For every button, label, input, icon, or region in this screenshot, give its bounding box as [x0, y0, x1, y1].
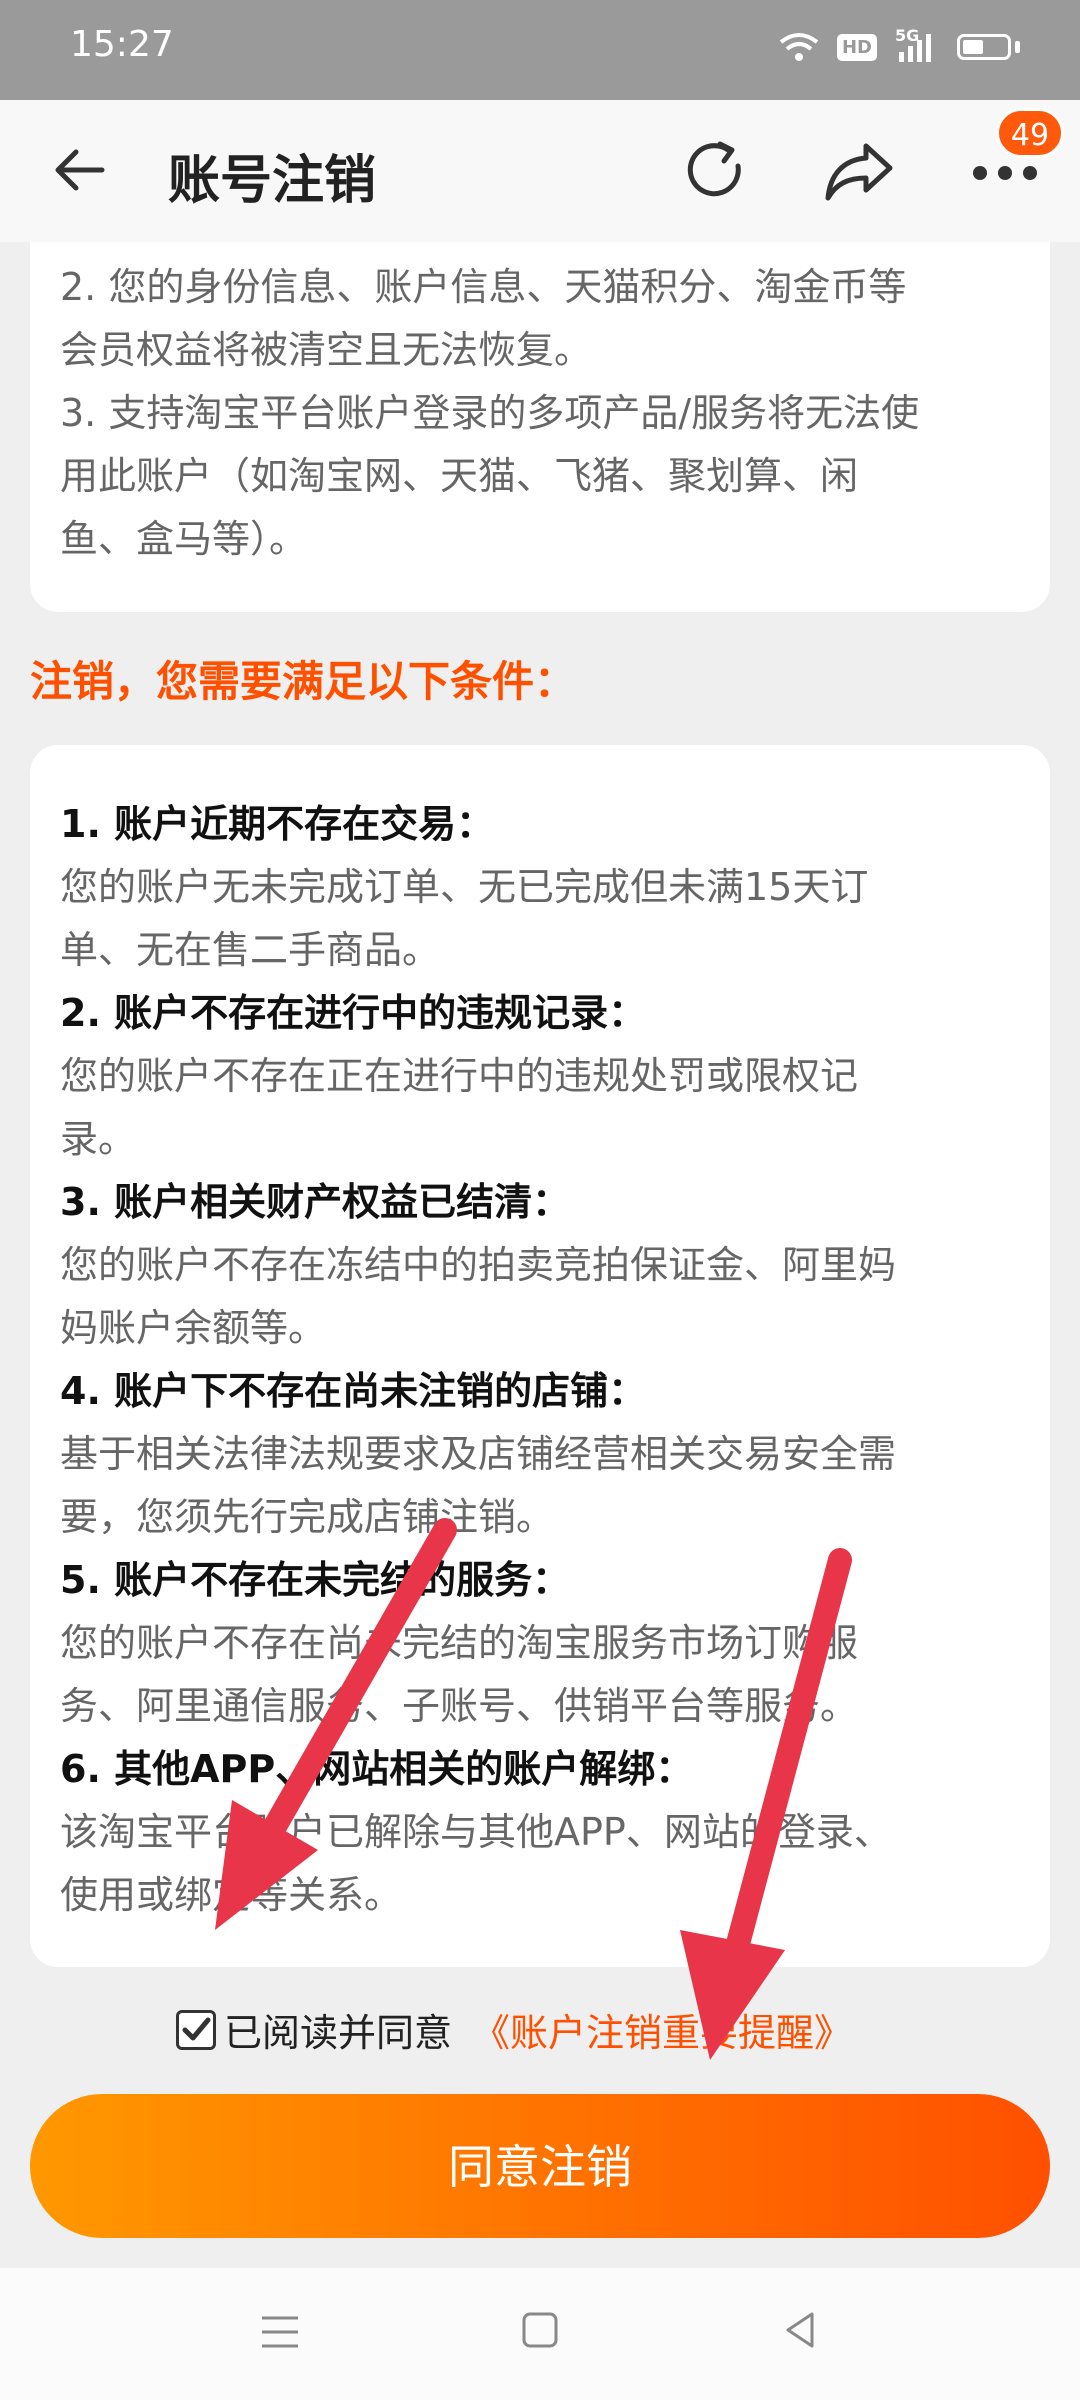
condition-desc: 您的账户不存在尚未完结的淘宝服务市场订购服	[60, 1621, 859, 1665]
info-line: 2. 您的身份信息、账户信息、天猫积分、淘金币等	[60, 265, 907, 309]
signal-icon: 5G	[895, 26, 939, 64]
conditions-card: 1. 账户近期不存在交易： 您的账户无未完成订单、无已完成但未满15天订 单、无…	[30, 745, 1050, 1967]
info-line: 鱼、盒马等）。	[60, 517, 308, 561]
system-nav-bar	[0, 2268, 1080, 2400]
battery-cap	[1015, 41, 1020, 53]
condition-title: 5. 账户不存在未完结的服务：	[60, 1558, 571, 1602]
agree-checkbox[interactable]	[176, 2009, 216, 2050]
info-line: 用此账户（如淘宝网、天猫、飞猪、聚划算、闲	[60, 454, 859, 498]
condition-desc: 单、无在售二手商品。	[60, 928, 441, 972]
condition-title: 4. 账户下不存在尚未注销的店铺：	[60, 1369, 647, 1413]
terms-link[interactable]: 《账户注销重要提醒》	[472, 2002, 852, 2057]
condition-title: 1. 账户近期不存在交易：	[60, 802, 495, 846]
condition-title: 3. 账户相关财产权益已结清：	[60, 1180, 571, 1224]
agree-text: 已阅读并同意	[224, 2011, 453, 2055]
condition-desc: 该淘宝平台账户已解除与其他APP、网站的登录、	[60, 1810, 892, 1854]
notification-badge: 49	[996, 108, 1064, 158]
back-arrow-icon[interactable]	[50, 140, 110, 200]
battery-icon	[957, 34, 1011, 60]
condition-desc: 您的账户无未完成订单、无已完成但未满15天订	[60, 865, 869, 909]
info-card: 2. 您的身份信息、账户信息、天猫积分、淘金币等 会员权益将被清空且无法恢复。 …	[30, 242, 1050, 612]
wifi-icon	[779, 33, 819, 61]
condition-desc: 基于相关法律法规要求及店铺经营相关交易安全需	[60, 1432, 897, 1476]
checkmark-icon	[182, 2017, 211, 2040]
status-time: 15:27	[70, 24, 174, 65]
status-icons: HD 5G	[779, 26, 1020, 64]
info-line: 3. 支持淘宝平台账户登录的多项产品/服务将无法使	[60, 391, 920, 435]
condition-desc: 要，您须先行完成店铺注销。	[60, 1495, 555, 1539]
condition-desc: 您的账户不存在冻结中的拍卖竞拍保证金、阿里妈	[60, 1243, 897, 1287]
menu-icon[interactable]	[258, 2312, 302, 2352]
condition-desc: 您的账户不存在正在进行中的违规处罚或限权记	[60, 1054, 859, 1098]
condition-title: 2. 账户不存在进行中的违规记录：	[60, 991, 647, 1035]
page-title: 账号注销	[168, 151, 377, 211]
refresh-icon[interactable]	[680, 136, 750, 206]
share-icon[interactable]	[822, 136, 898, 206]
condition-desc: 务、阿里通信服务、子账号、供销平台等服务。	[60, 1684, 859, 1728]
back-triangle-icon[interactable]	[778, 2308, 822, 2352]
agreement-row: 已阅读并同意 《账户注销重要提醒》	[176, 2002, 852, 2057]
hd-badge: HD	[836, 33, 877, 61]
condition-desc: 录。	[60, 1117, 137, 1161]
status-bar: 15:27 HD 5G	[0, 0, 1080, 100]
conditions-heading: 注销，您需要满足以下条件：	[30, 657, 577, 706]
app-header: 账号注销 49	[0, 100, 1080, 242]
condition-desc: 使用或绑定等关系。	[60, 1873, 403, 1917]
condition-desc: 妈账户余额等。	[60, 1306, 327, 1350]
condition-title: 6. 其他APP、网站相关的账户解绑：	[60, 1747, 694, 1791]
info-line: 会员权益将被清空且无法恢复。	[60, 328, 593, 372]
confirm-cancel-account-button[interactable]: 同意注销	[30, 2094, 1050, 2238]
home-icon[interactable]	[520, 2310, 560, 2350]
